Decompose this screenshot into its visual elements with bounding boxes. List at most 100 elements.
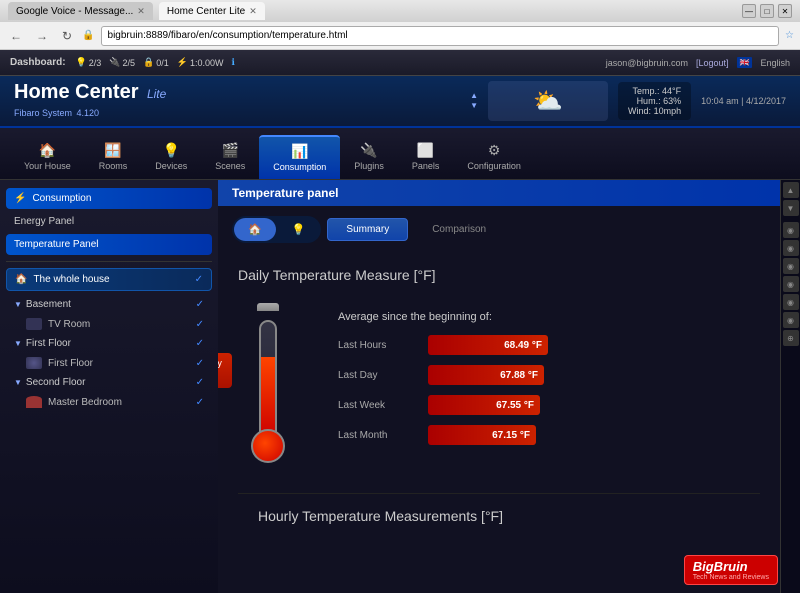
panel-tab-home[interactable]: 🏠 [234, 218, 276, 241]
scroll-action-6[interactable]: ◉ [783, 312, 799, 328]
basement-label: Basement [26, 299, 71, 310]
status-power: ⚡ 1:0.00W [177, 57, 224, 68]
master-bedroom-check: ✓ [196, 397, 204, 408]
temperature-panel-label: Temperature Panel [14, 239, 99, 250]
address-bar: ← → ↻ 🔒 ☆ [0, 22, 800, 50]
configuration-label: Configuration [467, 161, 521, 171]
first-floor-check: ✓ [196, 338, 204, 349]
tab-home-center-label: Home Center Lite [167, 6, 245, 17]
refresh-button[interactable]: ↻ [58, 27, 76, 45]
dashboard-label: Dashboard: [10, 57, 66, 68]
consumption-icon: 📊 [291, 143, 308, 160]
tab-panels[interactable]: ⬜ Panels [398, 135, 454, 179]
tab-devices[interactable]: 💡 Devices [141, 135, 201, 179]
logo-lite: Lite [147, 87, 166, 101]
avg-hours-value: 68.49 °F [504, 340, 542, 351]
hourly-title: Hourly Temperature Measurements [°F] [258, 508, 740, 524]
whole-house-icon: 🏠 [15, 274, 27, 285]
tab-close-google[interactable]: ✕ [137, 6, 145, 17]
avg-month-value: 67.15 °F [492, 430, 530, 441]
logo-title: Home Center [14, 81, 138, 103]
scroll-action-1[interactable]: ◉ [783, 222, 799, 238]
panel-home-icon: 🏠 [248, 224, 262, 236]
rooms-label: Rooms [99, 161, 128, 171]
avg-row-month: Last Month 67.15 °F [338, 425, 760, 445]
thermometer-wrap: 10:04 am Today 68.50 °F [238, 303, 298, 463]
minimize-button[interactable]: — [742, 4, 756, 18]
temp-display-area: 10:04 am Today 68.50 °F Average since th… [238, 303, 760, 463]
scroll-down-button[interactable]: ▼ [783, 200, 799, 216]
room-master-bedroom[interactable]: Master Bedroom ✓ [6, 392, 212, 412]
tv-room-thumb [26, 318, 42, 330]
content-area: Temperature panel 🏠 💡 Summary Comparison… [218, 180, 780, 593]
scroll-action-3[interactable]: ◉ [783, 258, 799, 274]
close-button[interactable]: ✕ [778, 4, 792, 18]
scroll-action-4[interactable]: ◉ [783, 276, 799, 292]
maximize-button[interactable]: □ [760, 4, 774, 18]
panel-tab-group: 🏠 💡 [232, 216, 321, 243]
avg-week-value: 67.55 °F [496, 400, 534, 411]
tab-google-voice[interactable]: Google Voice - Message... ✕ [8, 2, 153, 20]
app-header: Home Center Lite Fibaro System 4.120 ▲ ▼… [0, 76, 800, 128]
avg-hours-bar: 68.49 °F [428, 335, 548, 355]
header-up-arrow[interactable]: ▲ [470, 91, 478, 101]
scroll-up-button[interactable]: ▲ [783, 182, 799, 198]
whole-house-button[interactable]: 🏠 The whole house ✓ [6, 268, 212, 291]
tab-consumption[interactable]: 📊 Consumption [259, 135, 340, 179]
bookmark-icon[interactable]: ☆ [785, 30, 794, 41]
back-button[interactable]: ← [6, 27, 26, 45]
avg-row-day: Last Day 67.88 °F [338, 365, 760, 385]
titlebar-controls: — □ ✕ [742, 4, 792, 18]
sidebar-divider-1 [6, 261, 212, 262]
whole-house-check: ✓ [195, 274, 203, 285]
your-house-icon: 🏠 [39, 142, 56, 159]
summary-button[interactable]: Summary [327, 218, 408, 241]
room-first-floor[interactable]: First Floor ✓ [6, 353, 212, 373]
room-second-floor-header[interactable]: ▼ Second Floor ✓ [6, 373, 212, 392]
forward-button[interactable]: → [32, 27, 52, 45]
lock-value: 0/1 [156, 58, 169, 68]
panel-tab-light[interactable]: 💡 [278, 218, 320, 241]
logout-button[interactable]: [Logout] [696, 58, 729, 68]
secure-icon: 🔒 [82, 30, 94, 41]
averages-title: Average since the beginning of: [338, 311, 760, 323]
language-label: English [760, 58, 790, 68]
scroll-action-5[interactable]: ◉ [783, 294, 799, 310]
status-light: 💡 2/3 [76, 57, 102, 68]
second-floor-header-label: Second Floor [26, 377, 85, 388]
sidebar-energy-panel[interactable]: Energy Panel [6, 211, 212, 232]
scenes-label: Scenes [215, 161, 245, 171]
plug-icon: 🔌 [109, 57, 120, 68]
address-input[interactable] [101, 26, 780, 46]
weather-temp: Temp.: 44°F [628, 86, 681, 96]
room-tv-room[interactable]: TV Room ✓ [6, 314, 212, 334]
panels-label: Panels [412, 161, 440, 171]
scroll-action-7[interactable]: ⊕ [783, 330, 799, 346]
tab-plugins[interactable]: 🔌 Plugins [340, 135, 398, 179]
comparison-button[interactable]: Comparison [414, 219, 504, 240]
tab-rooms[interactable]: 🪟 Rooms [85, 135, 142, 179]
nav-tabs: 🏠 Your House 🪟 Rooms 💡 Devices 🎬 Scenes … [0, 128, 800, 180]
language-flag: 🇬🇧 [737, 57, 753, 68]
tv-room-label: TV Room [48, 319, 90, 330]
tab-home-center[interactable]: Home Center Lite ✕ [159, 2, 265, 20]
weather-icon: ⛅ [533, 87, 563, 116]
thermometer-fill [261, 357, 275, 438]
weather-hum: Hum.: 63% [628, 96, 681, 106]
scroll-action-2[interactable]: ◉ [783, 240, 799, 256]
sidebar-consumption[interactable]: ⚡ Consumption [6, 188, 212, 209]
tab-configuration[interactable]: ⚙ Configuration [453, 135, 535, 179]
dashboard-right: jason@bigbruin.com [Logout] 🇬🇧 English [606, 57, 790, 68]
tab-scenes[interactable]: 🎬 Scenes [201, 135, 259, 179]
bigbruin-sub: Tech News and Reviews [693, 574, 769, 581]
room-first-floor-header[interactable]: ▼ First Floor ✓ [6, 334, 212, 353]
second-floor-check: ✓ [196, 377, 204, 388]
sidebar-temperature-panel[interactable]: Temperature Panel [6, 234, 212, 255]
tab-your-house[interactable]: 🏠 Your House [10, 135, 85, 179]
room-basement[interactable]: ▼ Basement ✓ [6, 295, 212, 314]
header-down-arrow[interactable]: ▼ [470, 101, 478, 111]
tab-close-home[interactable]: ✕ [249, 6, 257, 17]
right-panel: ▲ ▼ ◉ ◉ ◉ ◉ ◉ ◉ ⊕ [780, 180, 800, 593]
temp-reading-time: 10:04 am Today [218, 358, 222, 368]
first-floor-label: First Floor [48, 358, 93, 369]
